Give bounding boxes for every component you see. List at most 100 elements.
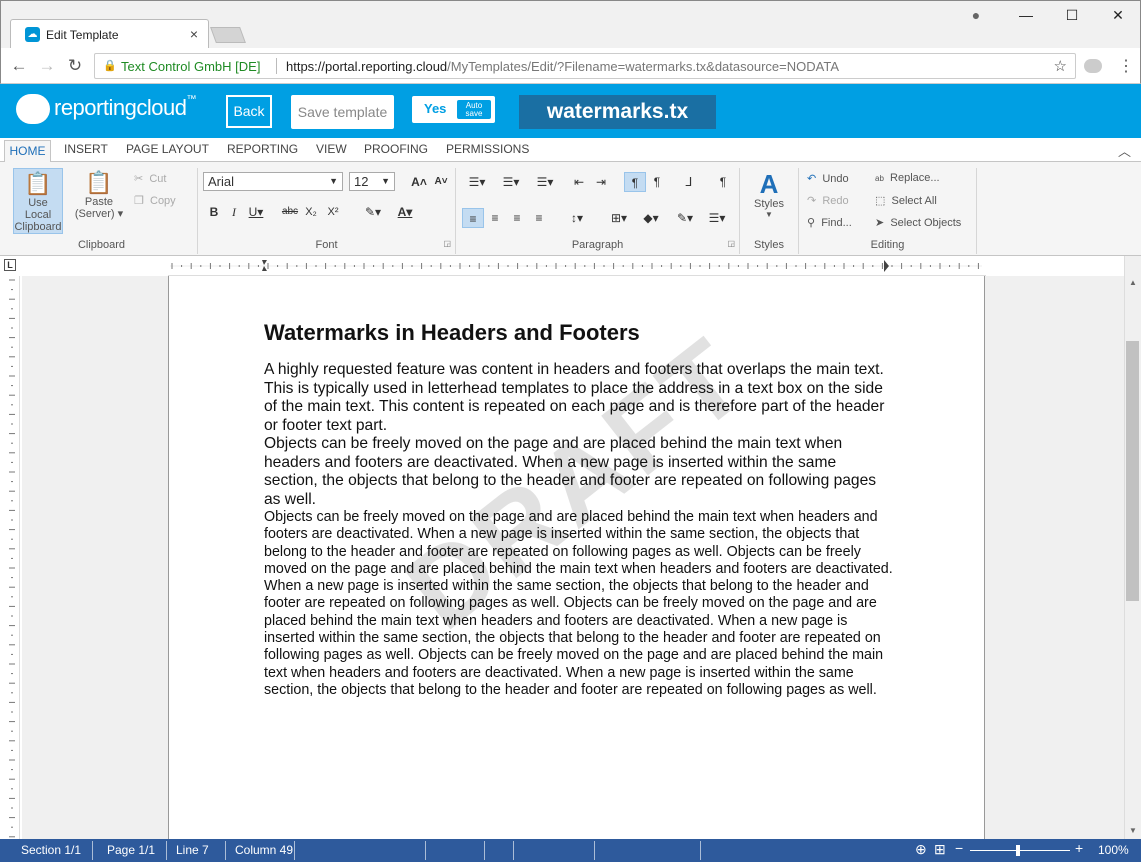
back-arrow-icon[interactable]: ← [9, 56, 29, 76]
find-label: Find... [821, 217, 852, 229]
tab-stop-icon[interactable]: ⅃ [678, 172, 700, 192]
app-header: reportingcloud™ Back Save template Yes A… [0, 84, 1141, 138]
tab-page-layout[interactable]: PAGE LAYOUT [126, 142, 209, 156]
cut-button[interactable]: ✂ Cut [134, 172, 166, 185]
paragraph-3[interactable]: Objects can be freely moved on the page … [264, 509, 896, 699]
forward-arrow-icon[interactable]: → [37, 56, 57, 76]
subscript-icon[interactable]: X₂ [300, 202, 322, 222]
close-tab-icon[interactable]: × [190, 26, 198, 42]
left-indent-marker[interactable] [262, 266, 267, 271]
italic-icon[interactable]: I [223, 202, 245, 222]
extension-icon[interactable] [1084, 59, 1102, 73]
border-color-icon[interactable]: ✎▾ [670, 208, 700, 228]
paragraph-2[interactable]: Objects can be freely moved on the page … [264, 435, 894, 510]
vertical-ruler[interactable] [4, 276, 20, 839]
browser-tab[interactable]: ☁ Edit Template × [10, 19, 209, 49]
find-button[interactable]: ⚲ Find... [807, 216, 852, 229]
styles-button[interactable]: A Styles ▼ [746, 170, 792, 219]
browser-menu-icon[interactable]: ⋮ [1118, 56, 1134, 76]
scroll-down-icon[interactable]: ▼ [1125, 826, 1141, 835]
rtl-direction-icon[interactable]: ¶ [646, 172, 668, 192]
minimize-button[interactable]: — [1012, 7, 1040, 27]
tab-home[interactable]: HOME [4, 140, 51, 163]
copy-label: Copy [150, 195, 176, 207]
font-name-select[interactable]: Arial ▼ [203, 172, 343, 191]
collapse-ribbon-icon[interactable]: ︿ [1118, 141, 1131, 160]
grow-font-icon[interactable]: A˄ [408, 172, 430, 192]
highlight-color-icon[interactable]: ✎▾ [358, 202, 388, 222]
redo-button[interactable]: ↷ Redo [807, 194, 849, 207]
select-all-button[interactable]: ⬚ Select All [875, 194, 937, 207]
copy-button[interactable]: ❐ Copy [134, 194, 176, 207]
tab-permissions[interactable]: PERMISSIONS [446, 142, 529, 156]
zoom-level[interactable]: 100% [1098, 843, 1129, 857]
back-button[interactable]: Back [226, 95, 272, 128]
shrink-font-icon[interactable]: A˅ [430, 172, 452, 192]
right-indent-marker[interactable] [884, 260, 889, 272]
show-marks-icon[interactable]: ¶ [712, 172, 734, 192]
divider [484, 841, 485, 860]
close-window-button[interactable]: ✕ [1104, 7, 1132, 27]
line-spacing-icon[interactable]: ↕▾ [562, 208, 592, 228]
paste-server-button[interactable]: 📋 Paste (Server) ▾ [72, 168, 126, 234]
use-local-clipboard-button[interactable]: 📋 Use Local Clipboard [13, 168, 63, 234]
font-color-icon[interactable]: A▾ [390, 202, 420, 222]
redo-label: Redo [822, 195, 849, 207]
bullets-icon[interactable]: ☰▾ [462, 172, 492, 192]
strikethrough-icon[interactable]: abc [279, 202, 301, 222]
numbering-icon[interactable]: ☰▾ [496, 172, 526, 192]
multilevel-list-icon[interactable]: ☰▾ [530, 172, 560, 192]
site-identity[interactable]: Text Control GmbH [DE] [121, 59, 260, 74]
scroll-up-icon[interactable]: ▲ [1125, 278, 1141, 287]
justify-icon[interactable]: ≡ [528, 208, 550, 228]
decrease-indent-icon[interactable]: ⇤ [568, 172, 590, 192]
align-right-icon[interactable]: ≡ [506, 208, 528, 228]
reload-icon[interactable]: ↻ [65, 56, 85, 76]
scrollbar-thumb[interactable] [1126, 341, 1139, 601]
font-size-select[interactable]: 12 ▼ [349, 172, 395, 191]
fit-width-icon[interactable]: ⊞ [934, 841, 946, 858]
bold-icon[interactable]: B [203, 202, 225, 222]
save-template-button[interactable]: Save template [291, 95, 394, 129]
tab-view[interactable]: VIEW [316, 142, 347, 156]
bookmark-star-icon[interactable]: ☆ [1054, 57, 1067, 75]
superscript-icon[interactable]: X² [322, 202, 344, 222]
clipboard-group: 📋 Use Local Clipboard 📋 Paste (Server) ▾ ✂… [6, 168, 198, 254]
tab-type-selector[interactable]: L [4, 259, 16, 271]
zoom-slider[interactable] [970, 850, 1070, 851]
paragraph-1[interactable]: A highly requested feature was content i… [264, 361, 894, 436]
document-heading[interactable]: Watermarks in Headers and Footers [264, 320, 640, 346]
url-text[interactable]: https://portal.reporting.cloud/MyTemplat… [286, 59, 839, 74]
fit-page-icon[interactable]: ⊕ [915, 841, 927, 858]
border-width-icon[interactable]: ☰▾ [702, 208, 732, 228]
replace-button[interactable]: ab Replace... [875, 172, 940, 184]
underline-icon[interactable]: U▾ [245, 202, 267, 222]
zoom-out-icon[interactable]: − [955, 840, 963, 856]
zoom-slider-thumb[interactable] [1016, 845, 1020, 856]
ltr-direction-icon[interactable]: ¶ [624, 172, 646, 192]
horizontal-ruler[interactable] [168, 256, 986, 276]
paste-text: (Server) ▾ [74, 208, 124, 220]
autosave-toggle[interactable]: Yes Auto save [412, 96, 495, 123]
undo-button[interactable]: ↶ Undo [807, 172, 849, 185]
maximize-button[interactable]: ☐ [1058, 7, 1086, 27]
shading-icon[interactable]: ◆▾ [636, 208, 666, 228]
new-tab-button[interactable] [210, 27, 246, 43]
profile-icon[interactable]: ● [962, 7, 990, 27]
borders-icon[interactable]: ⊞▾ [604, 208, 634, 228]
address-bar[interactable]: 🔒 Text Control GmbH [DE] https://portal.… [94, 53, 1076, 79]
logo-trademark: ™ [186, 94, 196, 105]
align-left-icon[interactable]: ≡ [462, 208, 484, 228]
tab-insert[interactable]: INSERT [64, 142, 108, 156]
divider [513, 841, 514, 860]
align-center-icon[interactable]: ≡ [484, 208, 506, 228]
reportingcloud-favicon-icon: ☁ [25, 27, 40, 42]
increase-indent-icon[interactable]: ⇥ [590, 172, 612, 192]
first-line-indent-marker[interactable] [262, 260, 267, 265]
browser-titlebar: ☁ Edit Template × ● — ☐ ✕ [0, 0, 1141, 49]
tab-reporting[interactable]: REPORTING [227, 142, 298, 156]
select-objects-button[interactable]: ➤ Select Objects [875, 216, 961, 229]
tab-proofing[interactable]: PROOFING [364, 142, 428, 156]
cloud-logo-icon [16, 94, 50, 124]
zoom-in-icon[interactable]: + [1075, 840, 1083, 856]
